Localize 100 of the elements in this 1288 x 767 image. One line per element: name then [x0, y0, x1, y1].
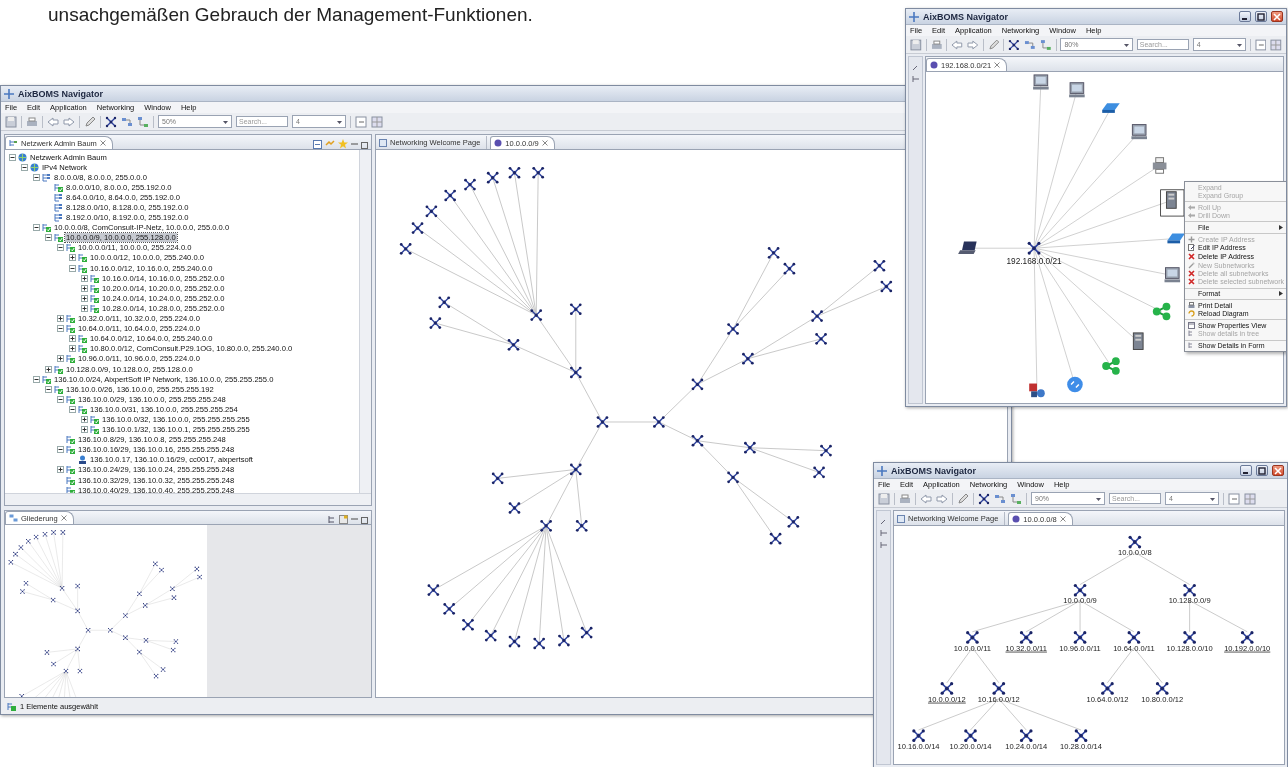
back-arrow-icon[interactable]: [47, 115, 59, 128]
expand-toggle[interactable]: [57, 466, 64, 474]
expand-toggle[interactable]: [57, 315, 64, 323]
close-button[interactable]: [1272, 465, 1284, 476]
hub-icon[interactable]: [992, 682, 1006, 695]
close-icon[interactable]: [1059, 516, 1066, 522]
print-icon[interactable]: [930, 38, 943, 51]
expand-toggle[interactable]: [81, 284, 88, 292]
subnet-check-icon: [78, 263, 87, 273]
network-icon[interactable]: [1008, 38, 1021, 51]
network-icon[interactable]: [105, 115, 117, 128]
maximize-icon[interactable]: [361, 142, 368, 149]
print-icon[interactable]: [26, 115, 38, 128]
back-arrow-icon[interactable]: [920, 492, 932, 505]
expand-toggle[interactable]: [57, 355, 64, 363]
close-icon[interactable]: [60, 515, 67, 521]
maximize-button[interactable]: [1255, 11, 1267, 22]
node-label: 10.128.0.0/9: [1168, 596, 1211, 606]
subnet-check-icon: [90, 283, 99, 293]
node-label[interactable]: 10.0.0.0/12: [928, 694, 966, 704]
node-label: 10.20.0.0/14: [949, 741, 992, 751]
hub-icon[interactable]: [1155, 682, 1169, 695]
close-icon[interactable]: [541, 140, 548, 146]
expand-toggle[interactable]: [57, 446, 64, 454]
node-label: 10.16.0.0/12: [977, 694, 1020, 704]
subnet-check-icon: [54, 364, 63, 374]
hub-icon[interactable]: [1019, 729, 1033, 742]
hub-icon[interactable]: [1101, 682, 1114, 695]
plus-icon: [1188, 235, 1195, 243]
pin-icon[interactable]: [879, 517, 888, 525]
maximize-button[interactable]: [1256, 465, 1268, 476]
expand-toggle[interactable]: [69, 254, 76, 262]
hub-icon[interactable]: [912, 729, 925, 742]
expand-toggle[interactable]: [33, 224, 40, 232]
pencil-icon[interactable]: [987, 38, 1000, 51]
hub-icon[interactable]: [966, 631, 979, 644]
collapse-all-icon[interactable]: [313, 140, 322, 149]
node-label[interactable]: 10.192.0.0/10: [1224, 643, 1271, 653]
expand-toggle[interactable]: [81, 274, 88, 282]
network-icon[interactable]: [978, 492, 990, 505]
expand-toggle[interactable]: [33, 375, 40, 383]
expand-toggle[interactable]: [45, 365, 52, 373]
expand-toggle[interactable]: [57, 325, 64, 333]
expand-toggle[interactable]: [21, 163, 28, 171]
subnet-check-icon: [66, 314, 75, 324]
expand-toggle[interactable]: [69, 264, 76, 272]
expand-toggle[interactable]: [81, 416, 88, 423]
tree-layout-icon[interactable]: [1039, 38, 1052, 51]
subnet-check-icon: [78, 404, 87, 414]
expand-toggle[interactable]: [57, 244, 64, 252]
expand-toggle[interactable]: [69, 405, 76, 413]
hub-icon[interactable]: [1128, 535, 1142, 549]
horizontal-scrollbar[interactable]: [5, 493, 371, 505]
subnet-check-icon: [90, 425, 99, 435]
hub-icon[interactable]: [1019, 631, 1033, 644]
close-icon[interactable]: [99, 140, 106, 146]
close-button[interactable]: [1271, 11, 1283, 22]
expand-toggle[interactable]: [81, 426, 88, 434]
pin-icon[interactable]: [911, 63, 920, 71]
hub-icon[interactable]: [1127, 631, 1141, 644]
expand-toggle[interactable]: [69, 335, 76, 343]
vertical-scrollbar[interactable]: [359, 150, 371, 493]
expand-toggle[interactable]: [69, 345, 76, 353]
expand-toggle[interactable]: [45, 234, 52, 242]
subnet-check-icon: [66, 324, 75, 334]
tree-layout-icon[interactable]: [1010, 492, 1022, 505]
hub-icon[interactable]: [1183, 631, 1196, 644]
expand-toggle[interactable]: [57, 395, 64, 403]
pencil-icon[interactable]: [957, 492, 969, 505]
minimize-button[interactable]: [1240, 465, 1252, 476]
pencil-icon[interactable]: [84, 115, 96, 128]
hub-icon[interactable]: [1073, 631, 1087, 644]
subnet-check-icon: [78, 334, 87, 344]
hub-icon[interactable]: [1183, 583, 1196, 597]
hub-icon[interactable]: [1073, 583, 1087, 597]
node-label: 10.96.0.0/11: [1059, 643, 1101, 653]
expand-toggle[interactable]: [33, 173, 40, 181]
star-icon[interactable]: [338, 139, 348, 149]
hub-icon[interactable]: [1074, 729, 1088, 742]
close-icon[interactable]: [994, 62, 1001, 68]
tree-layout-icon[interactable]: [137, 115, 149, 128]
hub-icon[interactable]: [1240, 631, 1254, 644]
node-label[interactable]: 10.32.0.0/11: [1005, 643, 1047, 653]
close-icon: [1274, 466, 1282, 475]
minimize-button[interactable]: [1239, 11, 1251, 22]
subnet-check-icon: [78, 344, 87, 354]
maximize-icon[interactable]: [361, 517, 368, 524]
forward-arrow-icon[interactable]: [936, 492, 948, 505]
tree-icon[interactable]: [327, 515, 336, 524]
hub-icon[interactable]: [964, 729, 977, 742]
forward-arrow-icon[interactable]: [63, 115, 75, 128]
expand-toggle[interactable]: [81, 294, 88, 302]
hub-icon[interactable]: [940, 682, 954, 695]
overview-icon[interactable]: [339, 515, 348, 524]
print-icon[interactable]: [899, 492, 911, 505]
expand-toggle[interactable]: [9, 153, 16, 161]
expand-toggle[interactable]: [45, 385, 52, 393]
expand-toggle[interactable]: [81, 304, 88, 312]
subnet-icon: [54, 203, 63, 212]
node-label: 10.24.0.0/14: [1005, 741, 1048, 751]
